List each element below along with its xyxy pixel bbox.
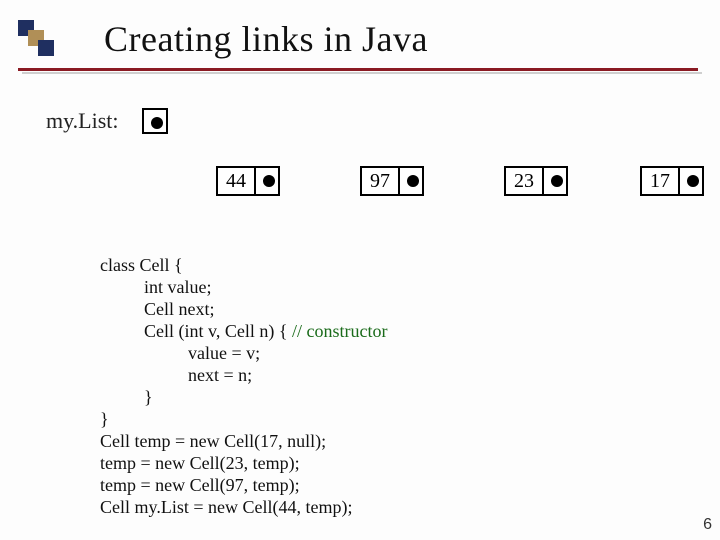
page-number: 6 bbox=[703, 516, 712, 534]
code-line: Cell temp = new Cell(17, null); bbox=[100, 431, 326, 451]
title-underline bbox=[18, 68, 698, 71]
code-line: value = v; bbox=[100, 342, 260, 364]
code-line: int value; bbox=[100, 276, 211, 298]
code-block: class Cell { int value; Cell next; Cell … bbox=[100, 232, 387, 518]
pointer-dot-icon bbox=[263, 175, 275, 187]
code-line: temp = new Cell(23, temp); bbox=[100, 453, 300, 473]
code-line: } bbox=[100, 386, 153, 408]
node-next-ref bbox=[542, 166, 568, 196]
list-node: 97 bbox=[360, 166, 424, 196]
title-underline-shadow bbox=[22, 72, 702, 74]
pointer-dot-icon bbox=[407, 175, 419, 187]
pointer-dot-icon bbox=[687, 175, 699, 187]
list-node: 17 bbox=[640, 166, 704, 196]
list-node: 23 bbox=[504, 166, 568, 196]
list-node: 44 bbox=[216, 166, 280, 196]
code-line: Cell my.List = new Cell(44, temp); bbox=[100, 497, 352, 517]
node-value: 97 bbox=[360, 166, 398, 196]
code-line: class Cell { bbox=[100, 255, 183, 275]
code-comment: // constructor bbox=[292, 321, 387, 341]
slide-ornament bbox=[18, 20, 58, 60]
node-value: 17 bbox=[640, 166, 678, 196]
node-value: 44 bbox=[216, 166, 254, 196]
node-next-ref bbox=[678, 166, 704, 196]
code-line: } bbox=[100, 409, 109, 429]
node-next-ref bbox=[254, 166, 280, 196]
page-title: Creating links in Java bbox=[104, 19, 428, 59]
code-line: temp = new Cell(97, temp); bbox=[100, 475, 300, 495]
pointer-dot-icon bbox=[551, 175, 563, 187]
code-line: Cell (int v, Cell n) { // constructor bbox=[100, 320, 387, 342]
code-line: Cell next; bbox=[100, 298, 215, 320]
node-next-ref bbox=[398, 166, 424, 196]
code-line: next = n; bbox=[100, 364, 252, 386]
pointer-dot-icon bbox=[151, 117, 163, 129]
page-title-wrap: Creating links in Java bbox=[104, 18, 428, 60]
mylist-ref-box bbox=[142, 108, 168, 134]
node-value: 23 bbox=[504, 166, 542, 196]
mylist-label: my.List: bbox=[46, 108, 119, 134]
